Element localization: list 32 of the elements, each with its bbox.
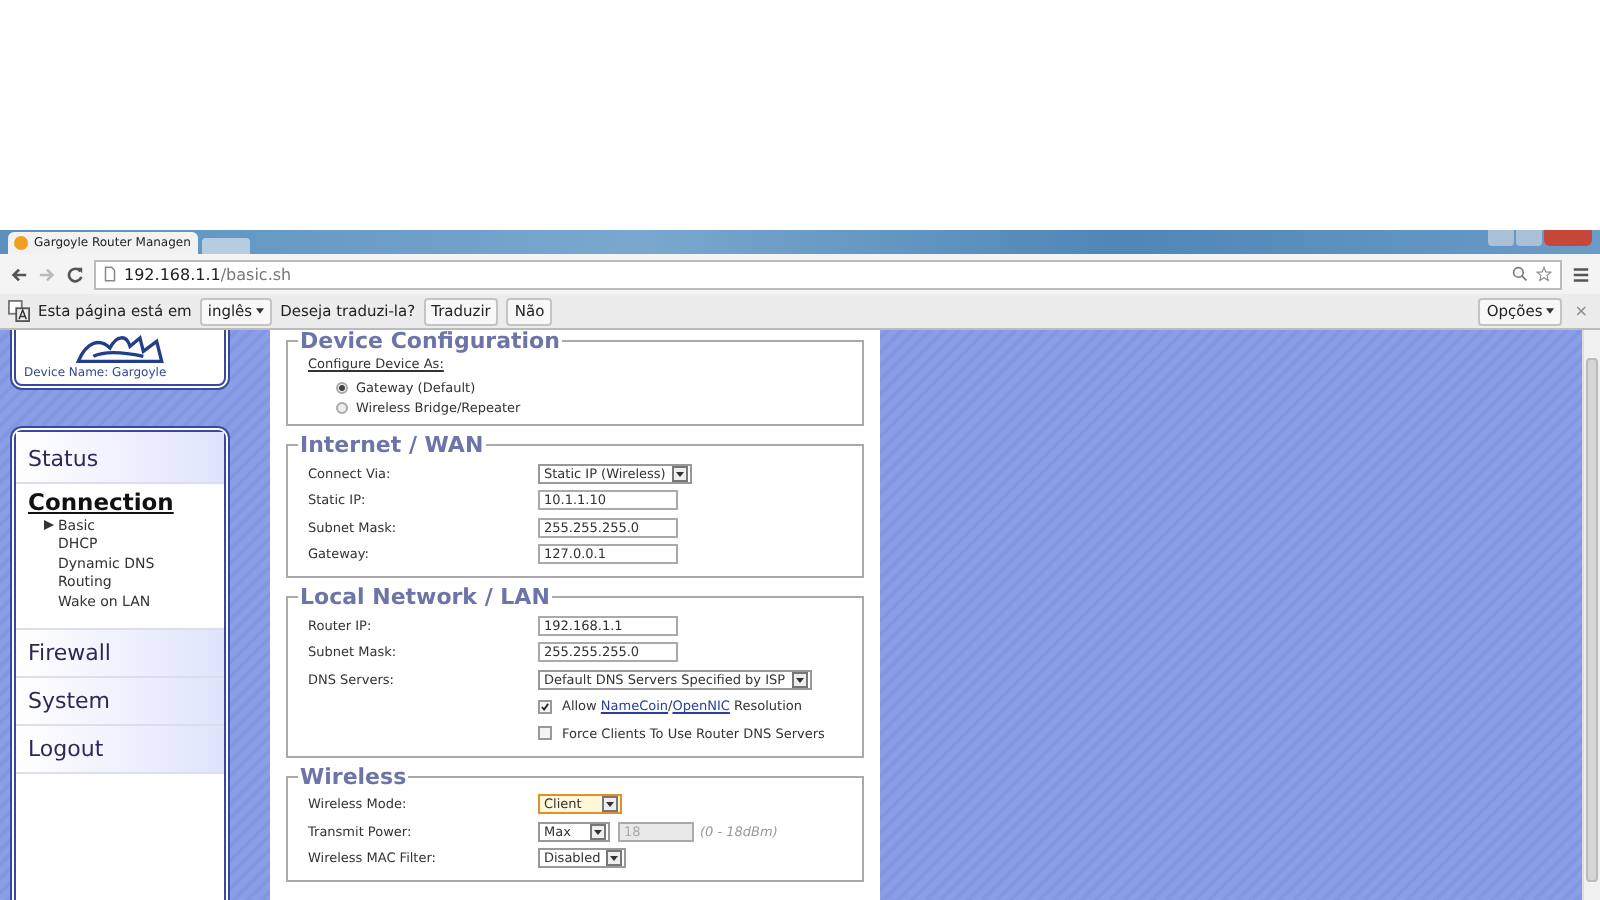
section-title: Local Network / LAN — [298, 584, 552, 610]
menu-item[interactable]: Status — [16, 432, 224, 484]
address-bar[interactable]: 192.168.1.1/basic.sh — [94, 259, 1562, 289]
caret-icon — [1546, 308, 1555, 314]
dropdown-arrow-icon — [602, 796, 618, 813]
menu-item[interactable]: Firewall — [16, 629, 224, 677]
menu-item[interactable]: System — [16, 677, 224, 725]
translate-icon — [8, 300, 30, 322]
page-icon — [104, 266, 116, 282]
dropdown-arrow-icon — [606, 850, 623, 867]
back-icon[interactable] — [10, 265, 28, 283]
checkbox[interactable] — [538, 699, 552, 714]
pointer-icon — [44, 520, 54, 531]
reload-icon[interactable] — [66, 265, 84, 283]
star-icon[interactable] — [1536, 266, 1552, 282]
dropdown-arrow-icon — [671, 465, 688, 482]
scrollbar[interactable] — [1582, 330, 1600, 900]
caret-icon — [256, 308, 265, 314]
forward-icon[interactable] — [38, 265, 56, 283]
zoom-icon[interactable] — [1512, 266, 1528, 282]
section-title: Internet / WAN — [298, 432, 486, 458]
dropdown-arrow-icon — [590, 823, 606, 840]
checkbox[interactable] — [538, 726, 552, 741]
section-title: Device Configuration — [298, 330, 562, 354]
menu-item[interactable]: Logout — [16, 725, 224, 773]
favicon-icon — [14, 236, 28, 250]
radio-button[interactable] — [336, 402, 348, 414]
menu-icon[interactable] — [1572, 265, 1590, 283]
section-title: Wireless — [298, 763, 409, 789]
radio-button[interactable] — [336, 382, 348, 394]
dropdown-arrow-icon — [791, 671, 808, 688]
menu-item[interactable]: Connection — [28, 488, 174, 516]
